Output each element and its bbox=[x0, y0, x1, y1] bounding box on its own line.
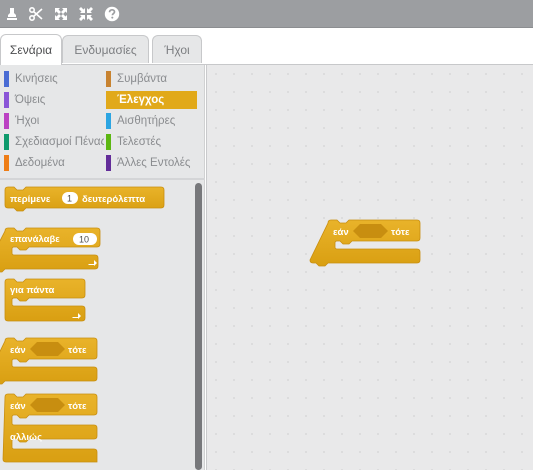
tab-costumes-label: Ενδυμασίες bbox=[74, 42, 137, 57]
category-label: Κινήσεις bbox=[15, 73, 58, 85]
repeat-block[interactable]: επανάλαβε 10 bbox=[0, 227, 101, 273]
script-if-label: εάν bbox=[333, 227, 349, 238]
category-label: Σχεδιασμοί Πένας bbox=[15, 136, 104, 148]
category-swatch bbox=[4, 92, 9, 108]
tab-bar: Σενάρια Ενδυμασίες Ήχοι bbox=[0, 28, 533, 65]
category-list: Κινήσεις Συμβάντα Όψεις Έλεγχος Ήχοι Αισ… bbox=[0, 65, 205, 175]
category-swatch bbox=[4, 71, 9, 87]
help-icon[interactable] bbox=[103, 5, 121, 23]
tab-scripts-label: Σενάρια bbox=[9, 43, 53, 57]
scissors-icon[interactable] bbox=[27, 5, 45, 23]
stamp-icon[interactable] bbox=[3, 5, 21, 23]
wait-seconds-value: 1 bbox=[67, 194, 72, 204]
script-then-label: τότε bbox=[391, 227, 410, 238]
toolbar bbox=[0, 0, 533, 28]
category-label: Τελεστές bbox=[117, 136, 162, 148]
grow-icon[interactable] bbox=[52, 5, 70, 23]
category-sensing[interactable]: Αισθητήρες bbox=[106, 112, 198, 130]
category-swatch bbox=[106, 113, 111, 129]
wait-block[interactable]: περίμενε 1 δευτερόλεπτα bbox=[4, 186, 165, 212]
then-label: τότε bbox=[68, 345, 87, 356]
forever-label: για πάντα bbox=[10, 285, 55, 296]
category-sound[interactable]: Ήχοι bbox=[4, 112, 96, 130]
category-swatch bbox=[4, 134, 9, 150]
category-events[interactable]: Συμβάντα bbox=[106, 70, 198, 88]
repeat-count-value: 10 bbox=[79, 235, 89, 245]
palette-blocks: περίμενε 1 δευτερόλεπτα επανάλαβε 10 για… bbox=[0, 181, 192, 470]
condition-slot[interactable] bbox=[30, 398, 65, 412]
shrink-icon[interactable] bbox=[77, 5, 95, 23]
if-else-block[interactable]: εάν τότε αλλιώς bbox=[2, 393, 98, 463]
category-label: Όψεις bbox=[15, 94, 46, 106]
tab-sounds-label: Ήχοι bbox=[164, 42, 190, 57]
forever-block[interactable]: για πάντα bbox=[4, 278, 86, 322]
palette-scrollbar[interactable] bbox=[195, 183, 202, 470]
script-condition-slot[interactable] bbox=[353, 224, 388, 238]
tab-costumes[interactable]: Ενδυμασίες bbox=[62, 35, 149, 63]
category-looks[interactable]: Όψεις bbox=[4, 91, 96, 109]
repeat-label: επανάλαβε bbox=[10, 234, 60, 245]
category-control[interactable]: Έλεγχος bbox=[106, 91, 197, 109]
category-data[interactable]: Δεδομένα bbox=[4, 154, 96, 172]
if-then-block[interactable]: εάν τότε bbox=[0, 337, 98, 385]
tab-sounds[interactable]: Ήχοι bbox=[152, 35, 202, 63]
category-label: Αισθητήρες bbox=[117, 115, 176, 127]
then-label: τότε bbox=[68, 401, 87, 412]
else-label: αλλιώς bbox=[10, 432, 42, 443]
script-if-then-block[interactable]: εάν τότε bbox=[309, 219, 421, 267]
category-swatch bbox=[4, 113, 9, 129]
condition-slot[interactable] bbox=[30, 342, 65, 356]
category-label: Ήχοι bbox=[15, 115, 40, 127]
category-swatch bbox=[106, 92, 111, 108]
block-palette: Κινήσεις Συμβάντα Όψεις Έλεγχος Ήχοι Αισ… bbox=[0, 65, 205, 470]
script-area[interactable]: εάν τότε bbox=[206, 65, 533, 470]
wait-seconds-label: δευτερόλεπτα bbox=[82, 194, 145, 205]
category-label: Άλλες Εντολές bbox=[117, 157, 191, 169]
category-motion[interactable]: Κινήσεις bbox=[4, 70, 96, 88]
category-label: Δεδομένα bbox=[15, 157, 65, 169]
category-swatch bbox=[106, 155, 111, 171]
category-pen[interactable]: Σχεδιασμοί Πένας bbox=[4, 133, 104, 151]
if-label: εάν bbox=[10, 345, 26, 356]
category-swatch bbox=[106, 71, 111, 87]
wait-label: περίμενε bbox=[10, 194, 51, 205]
category-label: Έλεγχος bbox=[117, 94, 165, 106]
category-operators[interactable]: Τελεστές bbox=[106, 133, 198, 151]
category-more-blocks[interactable]: Άλλες Εντολές bbox=[106, 154, 198, 172]
tab-scripts[interactable]: Σενάρια bbox=[0, 34, 62, 65]
category-divider bbox=[0, 178, 205, 180]
category-swatch bbox=[106, 134, 111, 150]
category-swatch bbox=[4, 155, 9, 171]
category-label: Συμβάντα bbox=[117, 73, 168, 85]
if-label: εάν bbox=[10, 401, 26, 412]
